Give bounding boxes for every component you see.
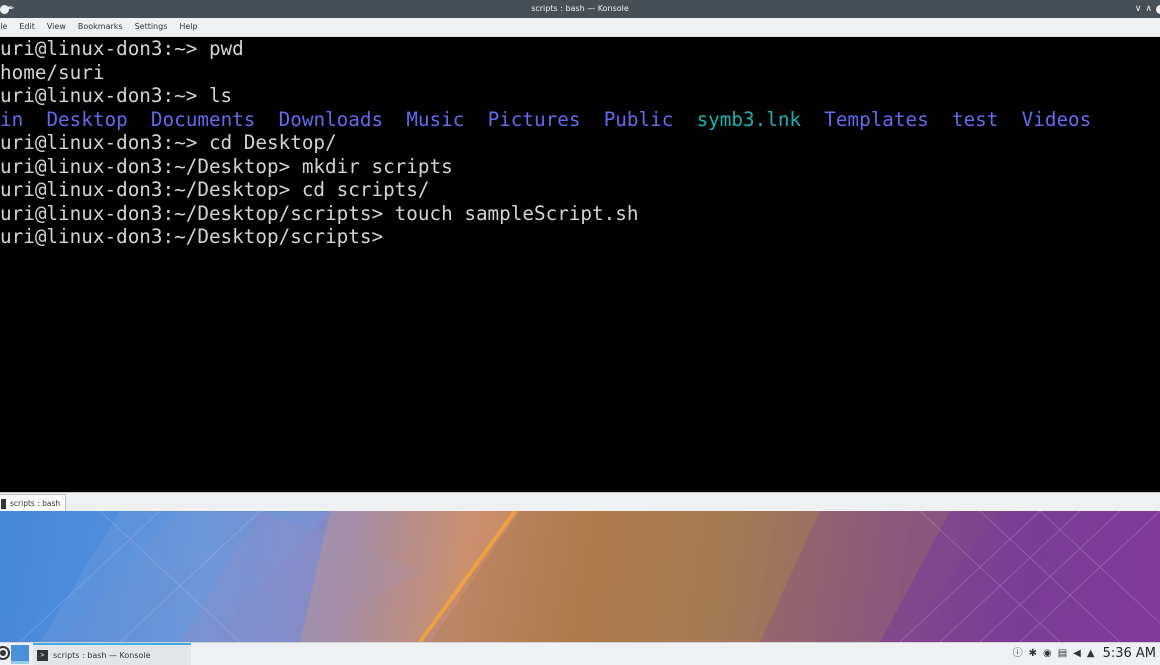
terminal-line: home/suri bbox=[0, 60, 105, 84]
volume-icon[interactable]: ◀ bbox=[1073, 643, 1081, 665]
wallpaper-art bbox=[0, 511, 1160, 642]
ls-output-line: in Desktop Documents Downloads Music Pic… bbox=[0, 108, 1091, 132]
menu-help[interactable]: Help bbox=[173, 18, 203, 36]
clipboard-icon[interactable]: ▤ bbox=[1058, 643, 1067, 665]
clock[interactable]: 5:36 AM bbox=[1103, 643, 1156, 665]
application-launcher-icon[interactable] bbox=[0, 646, 10, 660]
terminal-view[interactable]: uri@linux-don3:~> pwd home/suri uri@linu… bbox=[0, 37, 1160, 492]
tab-scripts-bash[interactable]: scripts : bash bbox=[0, 494, 67, 512]
konsole-icon: > bbox=[37, 649, 48, 661]
taskbar-task-konsole[interactable]: > scripts : bash — Konsole bbox=[33, 643, 191, 665]
menu-settings[interactable]: Settings bbox=[129, 18, 174, 36]
terminal-line: uri@linux-don3:~/Desktop> mkdir scripts bbox=[0, 154, 453, 178]
ls-entry: in bbox=[0, 107, 24, 131]
terminal-line: uri@linux-don3:~/Desktop/scripts> touch … bbox=[0, 201, 639, 225]
close-icon[interactable] bbox=[1156, 4, 1160, 14]
tab-bar: scripts : bash bbox=[0, 492, 1160, 512]
tab-label: scripts : bash bbox=[10, 499, 61, 508]
titlebar-right-controls: ∨ ∧ bbox=[1135, 0, 1160, 18]
titlebar-left-controls: ✒ bbox=[0, 0, 15, 18]
taskbar-panel: > scripts : bash — Konsole ⓘ ✱ ◉ ▤ ◀ ▲ 5… bbox=[0, 642, 1160, 665]
network-icon[interactable]: ◉ bbox=[1043, 643, 1052, 665]
ls-entry: Desktop bbox=[46, 107, 128, 131]
ls-entry-symlink: symb3.lnk bbox=[696, 107, 802, 131]
terminal-line: uri@linux-don3:~> pwd bbox=[0, 37, 244, 60]
terminal-line: uri@linux-don3:~/Desktop> cd scripts/ bbox=[0, 178, 430, 201]
expand-tray-icon[interactable]: ▲ bbox=[1087, 643, 1095, 665]
bluetooth-icon[interactable]: ✱ bbox=[1029, 643, 1037, 665]
terminal-prompt: uri@linux-don3:~/Desktop/scripts> bbox=[0, 225, 395, 248]
pin-icon[interactable]: ✒ bbox=[7, 0, 15, 18]
menu-file[interactable]: ile bbox=[0, 18, 13, 36]
terminal-tab-icon bbox=[1, 498, 6, 509]
terminal-line: uri@linux-don3:~> ls bbox=[0, 84, 233, 107]
ls-entry: test bbox=[951, 107, 999, 131]
info-icon[interactable]: ⓘ bbox=[1013, 643, 1023, 665]
desktop-pager[interactable] bbox=[11, 645, 29, 664]
ls-entry: Pictures bbox=[487, 107, 581, 131]
ls-entry: Templates bbox=[824, 107, 929, 131]
menu-bar: ile Edit View Bookmarks Settings Help bbox=[0, 18, 1160, 37]
desktop-wallpaper bbox=[0, 511, 1160, 642]
screen: ✒ scripts : bash — Konsole ∨ ∧ ile Edit … bbox=[0, 0, 1160, 665]
minimize-icon[interactable]: ∨ bbox=[1135, 0, 1142, 18]
terminal-prompt-line: uri@linux-don3:~/Desktop/scripts> bbox=[0, 225, 397, 249]
task-label: scripts : bash — Konsole bbox=[53, 650, 151, 660]
window-title: scripts : bash — Konsole bbox=[531, 4, 629, 13]
ls-entry: Downloads bbox=[278, 107, 384, 131]
ls-entry: Public bbox=[603, 107, 674, 131]
ls-entry: Videos bbox=[1021, 107, 1092, 131]
ls-entry: Documents bbox=[150, 107, 256, 131]
terminal-line: uri@linux-don3:~> cd Desktop/ bbox=[0, 131, 337, 154]
maximize-icon[interactable]: ∧ bbox=[1145, 0, 1152, 18]
menu-bookmarks[interactable]: Bookmarks bbox=[72, 18, 129, 36]
menu-view[interactable]: View bbox=[41, 18, 72, 36]
system-tray: ⓘ ✱ ◉ ▤ ◀ ▲ 5:36 AM bbox=[1013, 643, 1160, 665]
menu-edit[interactable]: Edit bbox=[13, 18, 41, 36]
window-titlebar[interactable]: ✒ scripts : bash — Konsole ∨ ∧ bbox=[0, 0, 1160, 18]
ls-entry: Music bbox=[406, 107, 465, 131]
